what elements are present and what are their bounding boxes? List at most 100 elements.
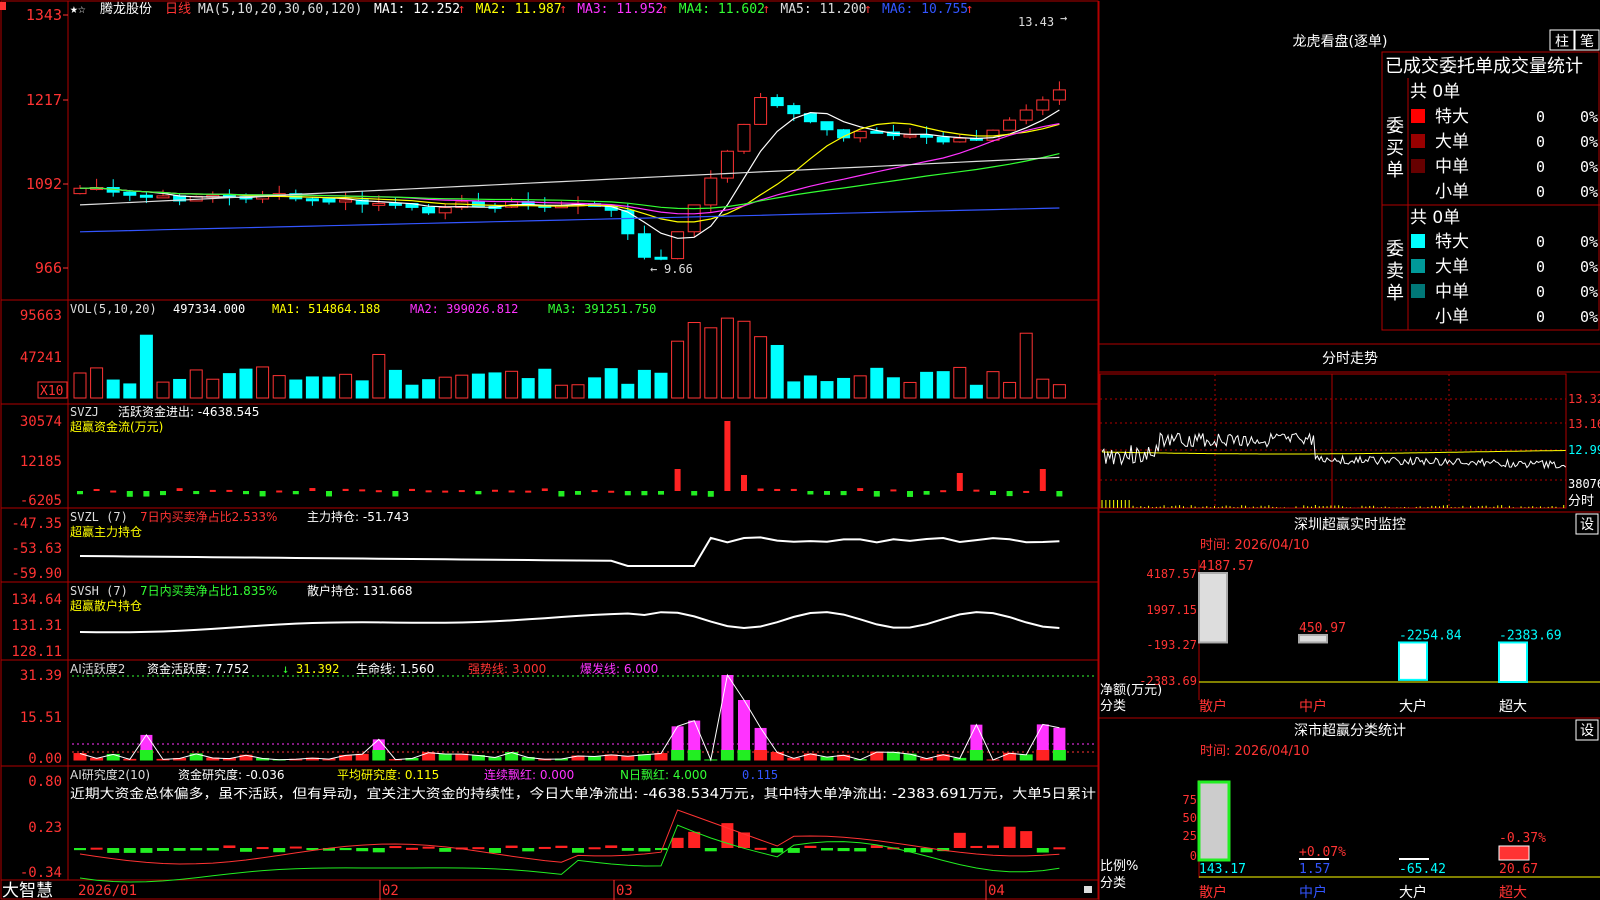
ma-value: MA2: 11.987 <box>476 2 562 17</box>
svzj-bar <box>707 491 714 497</box>
ai-active-bar <box>671 726 684 750</box>
candle <box>339 199 353 203</box>
ai-active-v5: 爆发线: 6.000 <box>580 661 658 676</box>
size-name: 中单 <box>1435 282 1469 302</box>
svzj-bar <box>840 491 847 496</box>
svsh-tick: 131.31 <box>11 618 62 634</box>
volume-bar <box>654 372 668 399</box>
svzj-bar <box>1023 490 1030 493</box>
ai-active-bar <box>588 756 602 761</box>
volume-bar <box>422 379 436 399</box>
volume-bar <box>239 368 253 399</box>
svzj-bar <box>1039 469 1046 491</box>
dragon-title: 龙虎看盘(逐单) <box>1293 33 1388 50</box>
svzj-bar <box>425 490 432 493</box>
stock-name[interactable]: 腾龙股份 <box>100 1 152 17</box>
volume-bar <box>339 373 353 399</box>
ai-active-curve <box>79 673 1060 762</box>
lock-icon[interactable] <box>1084 886 1092 893</box>
sz-monitor-title: 深圳超赢实时监控 <box>1294 516 1406 533</box>
volume-bar <box>604 368 618 399</box>
ai-active-bar <box>671 749 685 761</box>
svzj-bar <box>126 491 133 497</box>
svzj-bar <box>807 491 814 495</box>
ai-research-v5: 0.115 <box>742 768 778 782</box>
svsh-line <box>79 611 1060 634</box>
ai-research-tick: 0.80 <box>28 774 62 790</box>
ai-research-line-a <box>79 809 1060 865</box>
size-percent: 0% <box>1580 108 1598 126</box>
candle <box>1019 109 1033 121</box>
volume-bar <box>256 366 270 399</box>
vol-ma2: MA2: 399026.812 <box>410 302 518 316</box>
ai-active-bar <box>737 749 751 761</box>
period-label[interactable]: 日线 <box>165 2 191 17</box>
side-label-char: 委 <box>1386 239 1404 260</box>
price-tick: 1343 <box>26 6 62 24</box>
svzj-bar <box>641 491 648 496</box>
ma-arrow: ↑ <box>458 2 466 17</box>
ai-research-bar <box>190 848 203 851</box>
size-count: 0 <box>1536 233 1545 251</box>
svzj-bar <box>790 488 797 491</box>
ai-research-tick: 0.23 <box>28 820 62 836</box>
svzj-tick: 12185 <box>20 454 62 470</box>
candle <box>438 207 452 214</box>
dragon-subtitle: 已成交委托单成交量统计 <box>1385 56 1583 77</box>
ai-research-bar <box>771 848 784 853</box>
candle <box>671 231 685 260</box>
bar-mode-label: 柱 <box>1555 34 1569 50</box>
svzj-bar <box>741 475 747 491</box>
net-bar-label: -2254.84 <box>1399 628 1462 643</box>
svzj-bar <box>973 489 980 492</box>
date-tick: 02 <box>382 883 399 899</box>
candle <box>737 123 751 152</box>
ratio-value: 1.57 <box>1299 862 1330 877</box>
star-icon[interactable]: ★☆ <box>70 2 86 17</box>
high-price-label: 13.43 <box>1018 15 1054 29</box>
ai-research-v1: 资金研究度: -0.036 <box>178 767 285 782</box>
svzj-bar <box>359 489 366 492</box>
ai-research-bar <box>555 845 568 848</box>
volume-bar <box>969 384 983 399</box>
svzj-bar <box>309 488 316 491</box>
size-count: 0 <box>1536 258 1545 276</box>
ai-research-bar <box>505 845 518 848</box>
svzj-bar <box>508 490 515 493</box>
svzj-bar <box>475 491 482 495</box>
svsh-ratio: 7日内买卖净占比1.835% <box>140 583 277 598</box>
ai-research-bar <box>1036 848 1049 853</box>
ai-research-bar <box>422 846 435 849</box>
ai-research-bar <box>289 846 302 849</box>
candle <box>422 206 436 214</box>
brand-logo: 大智慧 <box>2 881 53 900</box>
candle <box>123 191 137 196</box>
category-label: 散户 <box>1199 884 1227 900</box>
vol-ma1: MA1: 514864.188 <box>272 302 380 316</box>
sz-class-time: 时间: 2026/04/10 <box>1200 744 1309 759</box>
svzl-tick: -53.63 <box>11 541 62 557</box>
volume-bar <box>106 379 120 399</box>
svzj-bar <box>608 490 615 493</box>
volume-bar <box>355 380 369 399</box>
volume-bar <box>588 377 602 399</box>
date-tick: 2026/01 <box>78 883 137 899</box>
svzj-tick: -6205 <box>20 493 62 509</box>
svzj-bar <box>907 491 913 497</box>
intraday-tick: 12.99 <box>1568 443 1600 457</box>
volume-bar <box>986 371 1000 399</box>
ai-research-bar <box>74 848 86 851</box>
svzj-bar <box>193 491 200 495</box>
flag-icon <box>0 2 6 10</box>
svsh-tick: 134.64 <box>11 592 62 608</box>
net-bar <box>1298 633 1328 644</box>
vol-tick: 47241 <box>20 350 62 366</box>
ai-research-bar <box>953 832 966 848</box>
candle <box>322 198 336 203</box>
category-label: 大户 <box>1399 698 1427 715</box>
ai-active-bar <box>1019 754 1033 761</box>
candle <box>156 195 170 199</box>
candle <box>654 256 668 260</box>
ai-active-bar <box>886 751 900 761</box>
svzl-tick: -47.35 <box>11 516 62 532</box>
